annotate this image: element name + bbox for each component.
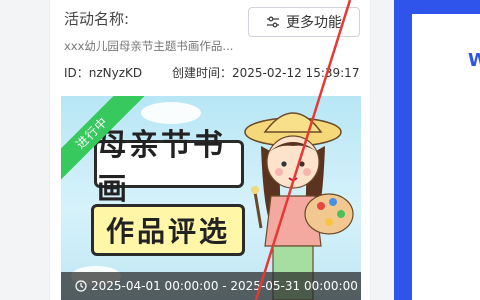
more-functions-button[interactable]: 更多功能 <box>248 7 360 37</box>
sliders-icon <box>267 16 279 28</box>
activity-poster[interactable]: 母亲节书画 作品评选 进行中 <box>61 96 361 300</box>
more-functions-label: 更多功能 <box>286 15 342 31</box>
right-panel-partial-text: W <box>468 50 480 71</box>
activity-name-label: 活动名称: <box>64 10 130 28</box>
activity-id: ID：nzNyzKD <box>64 66 143 80</box>
clock-icon <box>75 280 87 292</box>
date-range-text: 2025-04-01 00:00:00 - 2025-05-31 00:00:0… <box>91 279 358 293</box>
created-time: 创建时间：2025-02-12 15:39:17 <box>172 66 360 80</box>
activity-name-value: xxx幼儿园母亲节主题书画作品... <box>64 39 234 53</box>
poster-title-line1: 母亲节书画 <box>94 128 244 207</box>
activity-date-range: 2025-04-01 00:00:00 - 2025-05-31 00:00:0… <box>61 272 361 300</box>
poster-title-line2: 作品评选 <box>91 204 245 256</box>
girl-illustration <box>244 112 354 300</box>
